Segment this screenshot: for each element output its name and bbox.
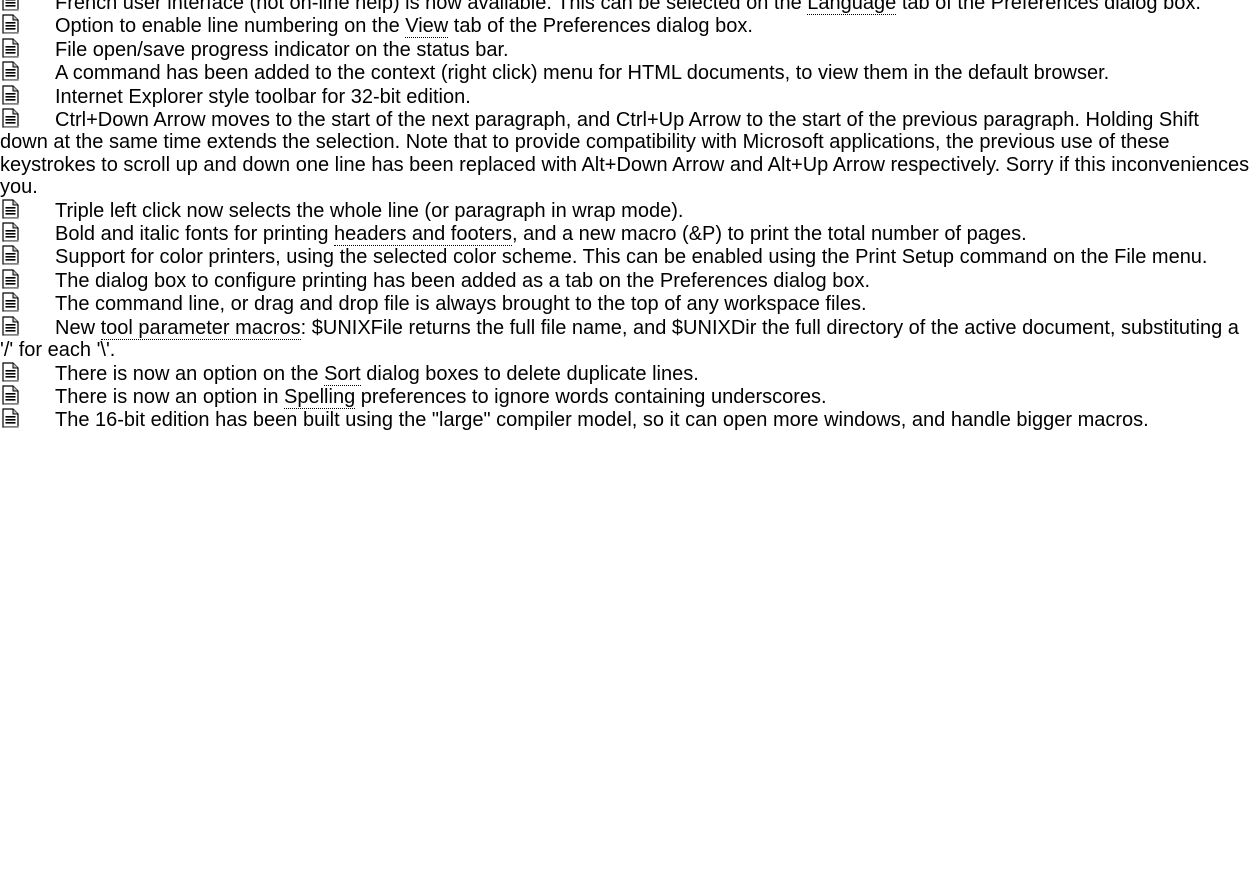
help-link[interactable]: Sort (324, 362, 361, 386)
list-item: File open/save progress indicator on the… (0, 38, 1250, 61)
list-item: French user interface (not on-line help)… (0, 0, 1250, 15)
document-icon (2, 361, 19, 382)
document-icon (2, 61, 19, 81)
document-icon (2, 108, 19, 128)
item-text: tab of the Preferences dialog box. (896, 0, 1201, 14)
list-item: There is now an option on the Sort dialo… (0, 361, 1250, 386)
item-text: Option to enable line numbering on the (55, 15, 406, 38)
list-item: The dialog box to configure printing has… (0, 269, 1250, 292)
document-icon (2, 385, 19, 405)
help-link[interactable]: View (405, 15, 449, 39)
item-text: The command line, or drag and drop file … (55, 293, 867, 316)
list-item: New tool parameter macros: $UNIXFile ret… (0, 316, 1250, 362)
list-item: The command line, or drag and drop file … (0, 292, 1250, 315)
list-item: A command has been added to the context … (0, 61, 1250, 84)
item-text: Internet Explorer style toolbar for 32-b… (55, 85, 471, 108)
list-item: Internet Explorer style toolbar for 32-b… (0, 85, 1250, 108)
list-item: There is now an option in Spelling prefe… (0, 385, 1250, 409)
help-page: French user interface (not on-line help)… (0, 0, 1250, 432)
document-icon (2, 316, 19, 336)
list-item: Triple left click now selects the whole … (0, 199, 1250, 222)
document-icon (2, 0, 19, 11)
help-link[interactable]: headers and footers (334, 223, 512, 247)
item-text: Support for color printers, using the se… (55, 246, 1208, 269)
item-text: dialog boxes to delete duplicate lines. (360, 362, 699, 385)
document-icon (2, 199, 19, 219)
item-text: A command has been added to the context … (55, 62, 1110, 85)
list-item: Ctrl+Down Arrow moves to the start of th… (0, 108, 1250, 199)
item-text: Triple left click now selects the whole … (55, 199, 684, 222)
item-text: Ctrl+Down Arrow moves to the start of th… (0, 109, 1250, 199)
help-link[interactable]: Spelling (284, 385, 356, 409)
item-text: Bold and italic fonts for printing (55, 223, 335, 246)
item-text: , and a new macro (&P) to print the tota… (511, 223, 1027, 246)
item-text: There is now an option on the (55, 362, 325, 385)
list-item: Option to enable line numbering on the V… (0, 14, 1250, 39)
help-link[interactable]: Language (807, 0, 897, 15)
list-item: The 16-bit edition has been built using … (0, 408, 1250, 431)
item-text: The 16-bit edition has been built using … (55, 409, 1149, 432)
document-icon (2, 408, 19, 428)
item-text: The dialog box to configure printing has… (55, 269, 871, 292)
help-link[interactable]: tool parameter macros (100, 316, 301, 340)
document-icon (2, 269, 19, 289)
document-icon (2, 85, 19, 105)
item-text: There is now an option in (55, 385, 285, 408)
item-text: File open/save progress indicator on the… (55, 38, 509, 61)
item-text: preferences to ignore words containing u… (355, 385, 827, 408)
document-icon (2, 222, 19, 242)
item-text: New (55, 316, 101, 339)
document-icon (2, 38, 19, 58)
list-item: Bold and italic fonts for printing heade… (0, 222, 1250, 247)
list-item: Support for color printers, using the se… (0, 245, 1250, 268)
item-text: tab of the Preferences dialog box. (448, 15, 753, 38)
document-icon (2, 245, 19, 266)
item-text: French user interface (not on-line help)… (55, 0, 808, 14)
document-icon (2, 14, 19, 35)
document-icon (2, 292, 19, 312)
